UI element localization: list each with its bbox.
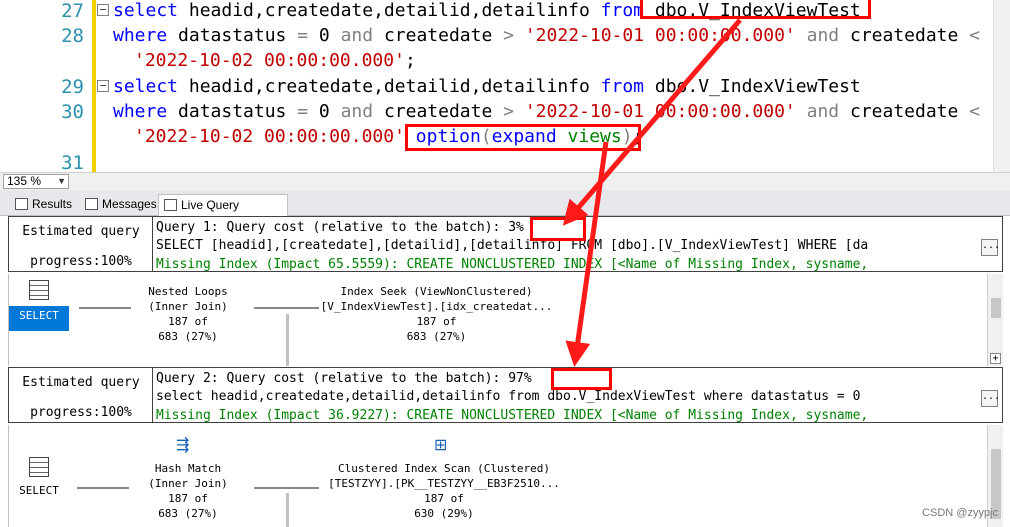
arrow-view-to-cost1	[562, 18, 742, 226]
watermark: CSDN @zyypjc	[922, 507, 998, 519]
arrow-option-to-cost2	[565, 141, 609, 367]
annotation-arrows	[562, 18, 742, 367]
